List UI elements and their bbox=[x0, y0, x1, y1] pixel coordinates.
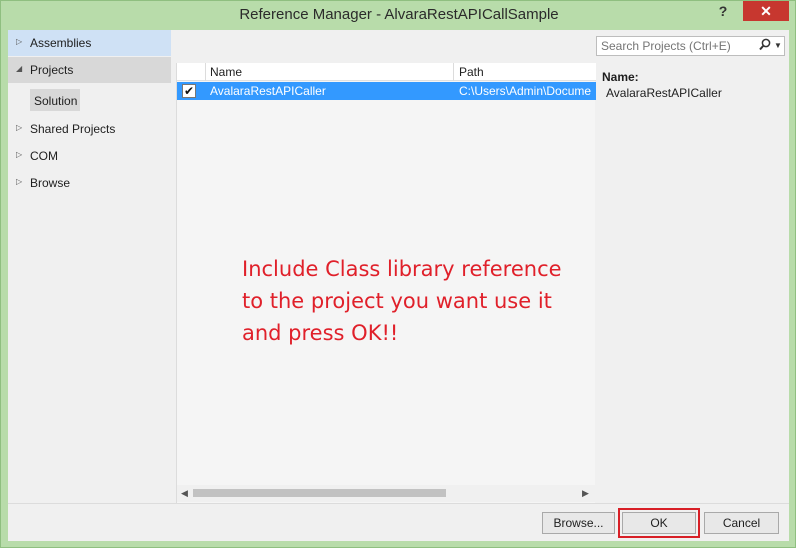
help-button[interactable]: ? bbox=[713, 1, 733, 21]
sidebar-item-com[interactable]: ▷ COM bbox=[8, 143, 171, 169]
collapsed-arrow-icon: ▷ bbox=[16, 123, 23, 132]
footer-divider bbox=[8, 503, 789, 504]
scroll-left-icon[interactable]: ◀ bbox=[181, 488, 188, 499]
sidebar-item-label: COM bbox=[30, 149, 58, 163]
instruction-annotation: Include Class library reference to the p… bbox=[242, 257, 562, 345]
include-checkbox[interactable]: ✔ bbox=[182, 84, 196, 98]
browse-button[interactable]: Browse... bbox=[542, 512, 615, 534]
scroll-right-icon[interactable]: ▶ bbox=[582, 488, 589, 499]
collapsed-arrow-icon: ▷ bbox=[16, 177, 23, 186]
ok-highlight-box bbox=[618, 508, 700, 538]
reference-manager-window: Reference Manager - AlvaraRestAPICallSam… bbox=[0, 0, 796, 548]
sidebar-item-label: Projects bbox=[30, 63, 74, 77]
sidebar-item-label: Shared Projects bbox=[30, 122, 116, 136]
sidebar-item-shared-projects[interactable]: ▷ Shared Projects bbox=[8, 116, 171, 142]
category-sidebar: ▷ Assemblies ◢ Projects Solution ▷ Share… bbox=[8, 30, 171, 500]
collapsed-arrow-icon: ▷ bbox=[16, 150, 23, 159]
horizontal-scrollbar[interactable]: ◀ ▶ bbox=[177, 485, 596, 502]
sidebar-item-label: Browse bbox=[30, 176, 71, 190]
column-divider[interactable] bbox=[453, 63, 454, 81]
search-input[interactable] bbox=[601, 39, 751, 53]
details-name-value: AvalaraRestAPICaller bbox=[606, 86, 722, 100]
title-bar: Reference Manager - AlvaraRestAPICallSam… bbox=[1, 1, 796, 29]
scroll-thumb[interactable] bbox=[193, 489, 446, 497]
search-box: ▼ bbox=[596, 36, 785, 56]
sidebar-item-projects[interactable]: ◢ Projects bbox=[8, 57, 171, 83]
collapsed-arrow-icon: ▷ bbox=[16, 37, 23, 46]
search-options-dropdown-icon[interactable]: ▼ bbox=[774, 41, 782, 50]
project-list-panel: Name Path ✔ AvalaraRestAPICaller C:\User… bbox=[176, 63, 596, 503]
column-header-path[interactable]: Path bbox=[459, 65, 484, 79]
sidebar-item-assemblies[interactable]: ▷ Assemblies bbox=[8, 30, 171, 56]
column-header-name[interactable]: Name bbox=[210, 65, 242, 79]
sidebar-item-browse[interactable]: ▷ Browse bbox=[8, 170, 171, 196]
expanded-arrow-icon: ◢ bbox=[16, 64, 23, 73]
close-button[interactable]: ✕ bbox=[743, 1, 789, 21]
column-divider[interactable] bbox=[205, 63, 206, 81]
sidebar-item-label: Assemblies bbox=[30, 36, 92, 50]
table-row[interactable]: ✔ AvalaraRestAPICaller C:\Users\Admin\Do… bbox=[177, 82, 596, 100]
search-icon[interactable] bbox=[759, 38, 771, 54]
row-name-cell: AvalaraRestAPICaller bbox=[210, 84, 326, 98]
cancel-button[interactable]: Cancel bbox=[704, 512, 779, 534]
grid-header: Name Path bbox=[177, 63, 596, 81]
details-name-label: Name: bbox=[602, 70, 639, 84]
sidebar-subitem-solution[interactable]: Solution bbox=[30, 89, 80, 111]
sidebar-subitem-label: Solution bbox=[34, 94, 78, 108]
details-pane: Name: AvalaraRestAPICaller bbox=[602, 70, 782, 100]
row-path-cell: C:\Users\Admin\Docume bbox=[459, 84, 592, 98]
dialog-client-area: ▷ Assemblies ◢ Projects Solution ▷ Share… bbox=[8, 30, 789, 541]
window-title: Reference Manager - AlvaraRestAPICallSam… bbox=[239, 6, 559, 23]
